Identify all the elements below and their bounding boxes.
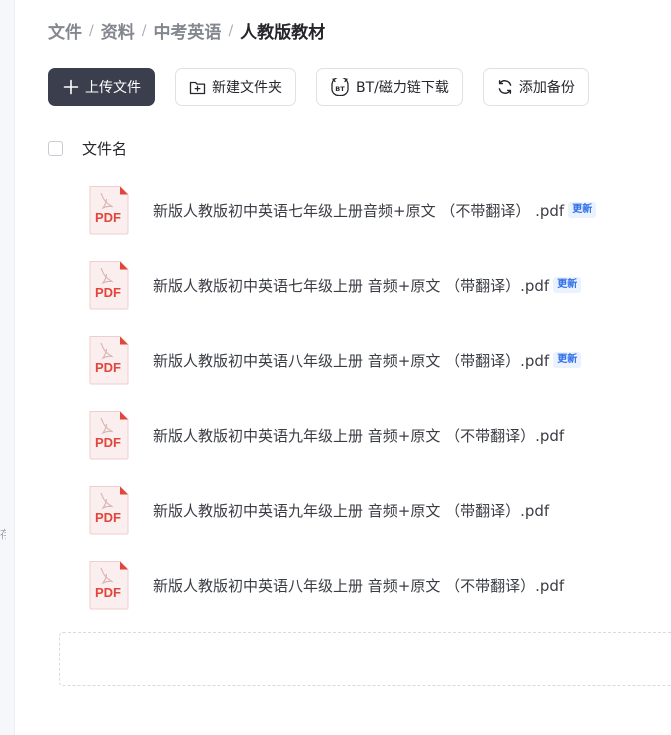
upload-file-button[interactable]: 上传文件 [48, 68, 155, 106]
bt-magnet-download-button[interactable]: BT BT/磁力链下载 [316, 68, 463, 106]
file-list-header: 文件名 [48, 138, 127, 159]
breadcrumb-item-english[interactable]: 中考英语 [153, 18, 221, 43]
file-row[interactable]: PDF 新版人教版初中英语八年级上册 音频+原文 （带翻译）.pdf 更新 [88, 335, 668, 385]
svg-text:PDF: PDF [95, 285, 121, 300]
file-row[interactable]: PDF 新版人教版初中英语七年级上册音频+原文 （不带翻译） .pdf 更新 [88, 185, 668, 235]
sidebar-edge: 存 [0, 0, 15, 735]
add-backup-label: 添加备份 [518, 80, 575, 96]
svg-text:PDF: PDF [95, 435, 121, 450]
breadcrumb-separator: / [228, 22, 234, 39]
file-row[interactable]: PDF 新版人教版初中英语九年级上册 音频+原文 （不带翻译）.pdf [88, 410, 668, 460]
sidebar-text-fragment: 存 [0, 528, 6, 541]
update-badge: 更新 [553, 352, 582, 368]
add-backup-button[interactable]: 添加备份 [482, 68, 589, 106]
breadcrumb-item-materials[interactable]: 资料 [101, 18, 135, 43]
pdf-file-icon: PDF [89, 411, 129, 460]
file-row[interactable]: PDF 新版人教版初中英语九年级上册 音频+原文 （带翻译）.pdf [88, 485, 668, 535]
file-manager-page: 存 文件 / 资料 / 中考英语 / 人教版教材 上传文件 新建文件夹 BT B… [0, 0, 671, 735]
pdf-file-icon: PDF [89, 561, 129, 610]
update-badge: 更新 [568, 202, 597, 218]
file-name: 新版人教版初中英语九年级上册 音频+原文 （不带翻译）.pdf [153, 426, 565, 445]
pdf-file-icon: PDF [89, 261, 129, 310]
file-name: 新版人教版初中英语七年级上册 音频+原文 （带翻译）.pdf [153, 276, 550, 295]
breadcrumb-separator: / [141, 22, 147, 39]
file-name: 新版人教版初中英语八年级上册 音频+原文 （不带翻译）.pdf [153, 576, 565, 595]
folder-plus-icon [189, 81, 206, 94]
upload-drop-zone[interactable] [59, 632, 671, 686]
bt-magnet-label: BT/磁力链下载 [356, 80, 449, 96]
upload-file-label: 上传文件 [85, 80, 141, 96]
update-badge: 更新 [553, 277, 582, 293]
breadcrumb: 文件 / 资料 / 中考英语 / 人教版教材 [48, 18, 326, 44]
new-folder-label: 新建文件夹 [212, 80, 282, 96]
breadcrumb-item-files[interactable]: 文件 [48, 18, 82, 43]
file-row[interactable]: PDF 新版人教版初中英语七年级上册 音频+原文 （带翻译）.pdf 更新 [88, 260, 668, 310]
file-name: 新版人教版初中英语八年级上册 音频+原文 （带翻译）.pdf [153, 351, 550, 370]
column-header-filename: 文件名 [82, 140, 128, 158]
svg-text:PDF: PDF [95, 210, 121, 225]
toolbar: 上传文件 新建文件夹 BT BT/磁力链下载 添加备份 [48, 68, 589, 106]
plus-icon [63, 79, 79, 95]
svg-text:BT: BT [335, 85, 345, 93]
pdf-file-icon: PDF [89, 486, 129, 535]
bt-magnet-icon: BT [331, 78, 349, 96]
pdf-file-icon: PDF [89, 186, 129, 235]
file-name: 新版人教版初中英语九年级上册 音频+原文 （带翻译）.pdf [153, 501, 550, 520]
select-all-checkbox[interactable] [48, 141, 63, 156]
svg-text:PDF: PDF [95, 360, 121, 375]
file-name: 新版人教版初中英语七年级上册音频+原文 （不带翻译） .pdf [153, 201, 565, 220]
svg-text:PDF: PDF [95, 510, 121, 525]
refresh-icon [498, 80, 512, 94]
file-row[interactable]: PDF 新版人教版初中英语八年级上册 音频+原文 （不带翻译）.pdf [88, 560, 668, 610]
breadcrumb-item-current: 人教版教材 [240, 23, 326, 43]
new-folder-button[interactable]: 新建文件夹 [175, 68, 296, 106]
svg-text:PDF: PDF [95, 585, 121, 600]
pdf-file-icon: PDF [89, 336, 129, 385]
breadcrumb-separator: / [89, 22, 94, 39]
